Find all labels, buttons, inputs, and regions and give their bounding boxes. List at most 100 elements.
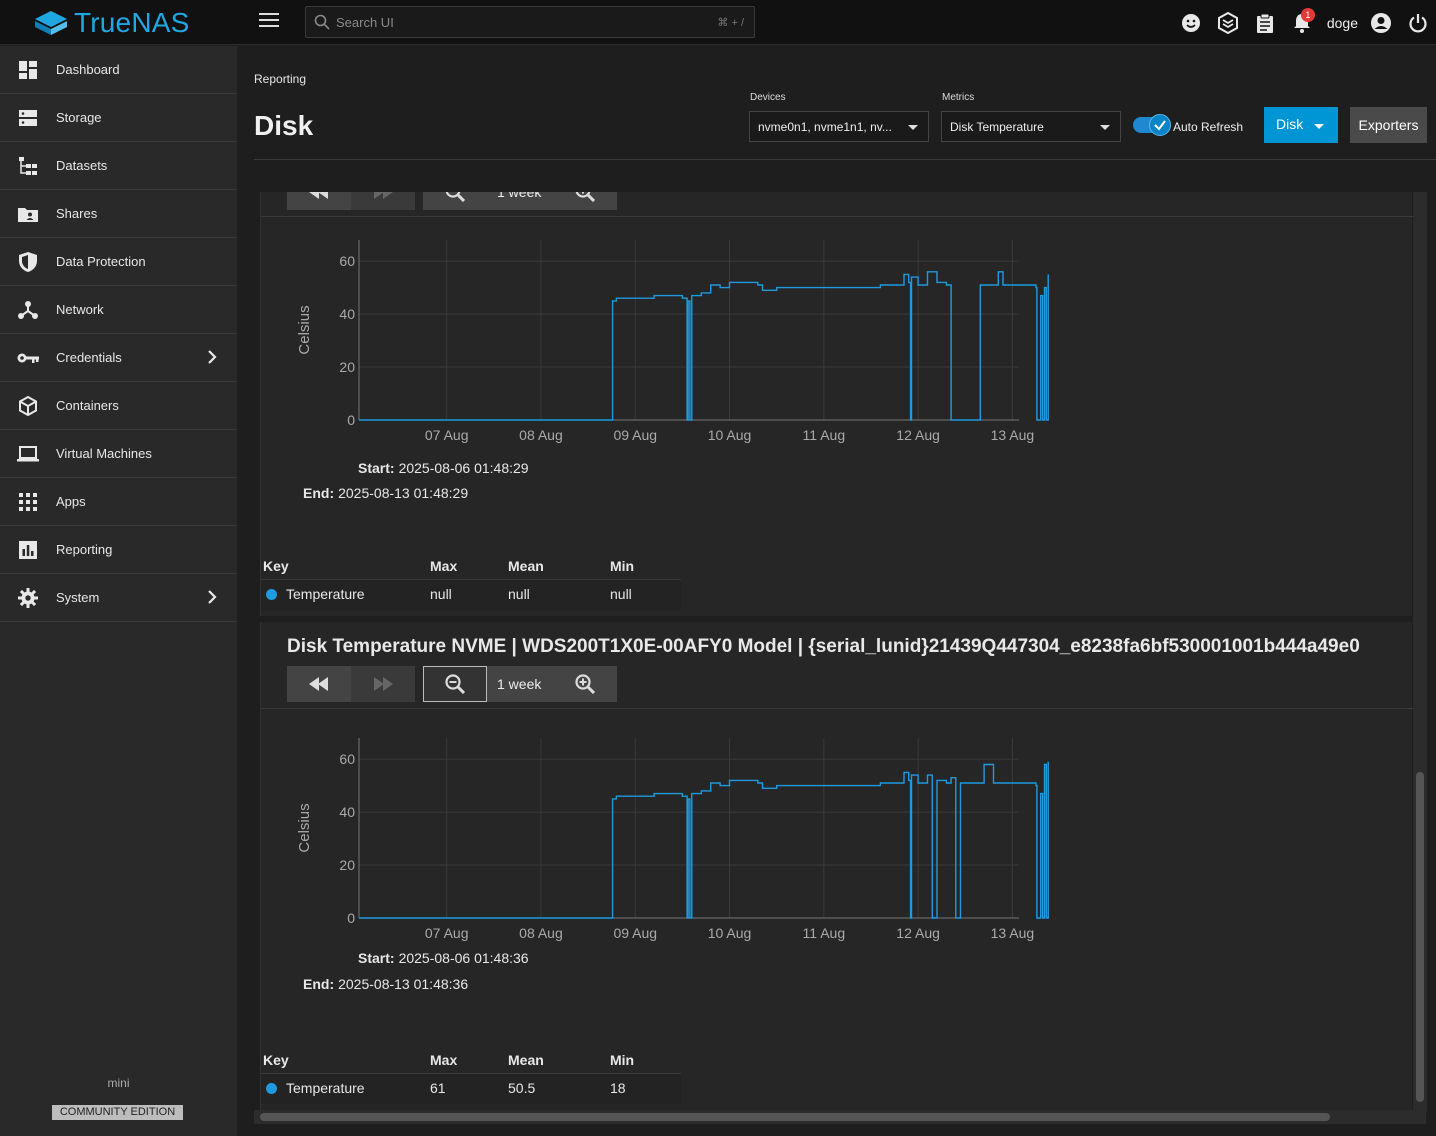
truenas-logo[interactable]: TrueNAS: [34, 6, 190, 39]
zoom-out-icon: [445, 192, 465, 202]
disk-button-label: Disk: [1276, 116, 1304, 132]
rewind-icon: [309, 677, 328, 691]
storage-icon: [19, 109, 37, 126]
dropdown-caret-icon: [1314, 124, 1324, 129]
x-tick-label: 12 Aug: [896, 925, 940, 941]
chart-controls: 1 week: [287, 666, 625, 702]
chart-end: End: 2025-08-13 01:48:36: [303, 976, 469, 992]
horizontal-scrollbar[interactable]: [254, 1110, 1426, 1124]
username[interactable]: doge: [1327, 15, 1358, 31]
metrics-select[interactable]: Disk Temperature: [941, 111, 1121, 142]
sidebar-item-dashboard[interactable]: Dashboard: [0, 46, 237, 94]
x-tick-label: 10 Aug: [708, 427, 752, 443]
system-model: mini: [107, 1076, 130, 1090]
sidebar-item-system[interactable]: System: [0, 574, 237, 622]
sidebar-item-label: Network: [56, 302, 104, 317]
sidebar-item-shares[interactable]: Shares: [0, 190, 237, 238]
y-tick-label: 20: [339, 359, 355, 375]
key-icon: [17, 353, 39, 363]
cube-icon: [19, 395, 37, 416]
check-icon: [1154, 120, 1166, 131]
stats-table: Key Max Mean Min Temperature null null n…: [261, 552, 681, 610]
temperature-chart[interactable]: 07 Aug 08 Aug 09 Aug 10 Aug 11 Aug 12 Aug 13 A…: [287, 722, 1067, 952]
sidebar-item-label: Reporting: [56, 542, 113, 557]
y-tick-label: 0: [347, 412, 355, 428]
fast-forward-icon: [374, 192, 393, 199]
sidebar-item-label: Dashboard: [56, 62, 120, 77]
range-label: 1 week: [497, 676, 542, 692]
sidebar-item-reporting[interactable]: Reporting: [0, 526, 237, 574]
fast-forward-button[interactable]: [351, 666, 415, 702]
sidebar-item-apps[interactable]: Apps: [0, 478, 237, 526]
metrics-value: Disk Temperature: [950, 120, 1044, 134]
main-content: Reporting Disk Devices nvme0n1, nvme1n1,…: [237, 46, 1436, 1136]
notifications-badge: 1: [1300, 8, 1315, 22]
truecommand-icon[interactable]: [1210, 0, 1247, 45]
sidebar-item-datasets[interactable]: Datasets: [0, 142, 237, 190]
devices-select[interactable]: nvme0n1, nvme1n1, nv...: [749, 111, 929, 142]
chevron-right-icon: [208, 350, 217, 364]
feedback-icon[interactable]: [1173, 0, 1210, 45]
chart-start: Start: 2025-08-06 01:48:36: [358, 950, 529, 966]
rewind-icon: [309, 192, 328, 199]
y-tick-label: 20: [339, 857, 355, 873]
breadcrumb[interactable]: Reporting: [254, 72, 306, 86]
search-shortcut: ⌘ + /: [717, 17, 744, 29]
table-row: Temperature 61 50.5 18: [261, 1074, 681, 1104]
search-placeholder: Search UI: [336, 15, 394, 30]
sidebar-item-virtual-machines[interactable]: Virtual Machines: [0, 430, 237, 478]
sidebar-item-storage[interactable]: Storage: [0, 94, 237, 142]
auto-refresh-label: Auto Refresh: [1173, 120, 1244, 134]
sidebar-item-containers[interactable]: Containers: [0, 382, 237, 430]
sidebar-item-data-protection[interactable]: Data Protection: [0, 238, 237, 286]
stats-table: Key Max Mean Min Temperature 61 50.5 18: [261, 1046, 681, 1104]
sidebar-item-label: Storage: [56, 110, 102, 125]
sidebar-item-label: Virtual Machines: [56, 446, 152, 461]
temperature-chart[interactable]: 07 Aug 08 Aug 09 Aug 10 Aug 11 Aug 12 Aug 13 A…: [287, 224, 1067, 454]
chart-title: Disk Temperature NVME | WDS200T1X0E-00AF…: [287, 636, 1360, 657]
exporters-button[interactable]: Exporters: [1350, 107, 1427, 143]
x-tick-label: 07 Aug: [425, 925, 469, 941]
devices-label: Devices: [750, 92, 786, 103]
x-tick-label: 09 Aug: [613, 925, 657, 941]
zoom-in-icon: [575, 674, 595, 694]
account-circle-icon[interactable]: [1362, 0, 1399, 45]
notifications-bell-icon[interactable]: 1: [1284, 0, 1321, 45]
auto-refresh-toggle[interactable]: [1133, 114, 1171, 136]
sidebar-item-label: Shares: [56, 206, 98, 221]
series-color-dot: [266, 1083, 277, 1094]
power-icon[interactable]: [1399, 0, 1436, 45]
chart-controls: 1 week: [287, 192, 625, 210]
y-tick-label: 60: [339, 751, 355, 767]
sidebar: Dashboard Storage Datasets Shares Data P…: [0, 46, 237, 1136]
apps-grid-icon: [19, 492, 37, 511]
sidebar-item-network[interactable]: Network: [0, 286, 237, 334]
chart-icon: [19, 540, 37, 559]
zoom-in-button[interactable]: [553, 192, 617, 210]
sidebar-item-credentials[interactable]: Credentials: [0, 334, 237, 382]
zoom-in-button[interactable]: [553, 666, 617, 702]
zoom-out-button[interactable]: [423, 666, 487, 702]
sidebar-item-label: Datasets: [56, 158, 108, 173]
zoom-in-icon: [575, 192, 595, 202]
zoom-out-button[interactable]: [423, 192, 487, 210]
x-tick-label: 11 Aug: [803, 427, 846, 443]
reports-scroll-area[interactable]: 1 week 07 Aug 08 Aug 09 Aug 10 Aug 11 Aug 12 …: [254, 192, 1426, 1122]
rewind-button[interactable]: [287, 666, 351, 702]
jobs-clipboard-icon[interactable]: [1247, 0, 1284, 45]
fast-forward-icon: [374, 677, 393, 691]
search-icon: [314, 14, 330, 30]
y-tick-label: 0: [347, 910, 355, 926]
range-label: 1 week: [497, 192, 542, 200]
stats-table-header: Key Max Mean Min: [261, 1046, 681, 1074]
disk-menu-button[interactable]: Disk: [1264, 107, 1338, 143]
rewind-button[interactable]: [287, 192, 351, 210]
search-input[interactable]: Search UI ⌘ + /: [305, 6, 755, 38]
fast-forward-button[interactable]: [351, 192, 415, 210]
chart-end: End: 2025-08-13 01:48:29: [303, 485, 469, 501]
x-tick-label: 08 Aug: [519, 427, 563, 443]
menu-toggle-icon[interactable]: [259, 13, 279, 31]
vertical-scrollbar[interactable]: [1413, 192, 1427, 1112]
truenas-logo-icon: [35, 10, 67, 35]
sidebar-item-label: Data Protection: [56, 254, 146, 269]
